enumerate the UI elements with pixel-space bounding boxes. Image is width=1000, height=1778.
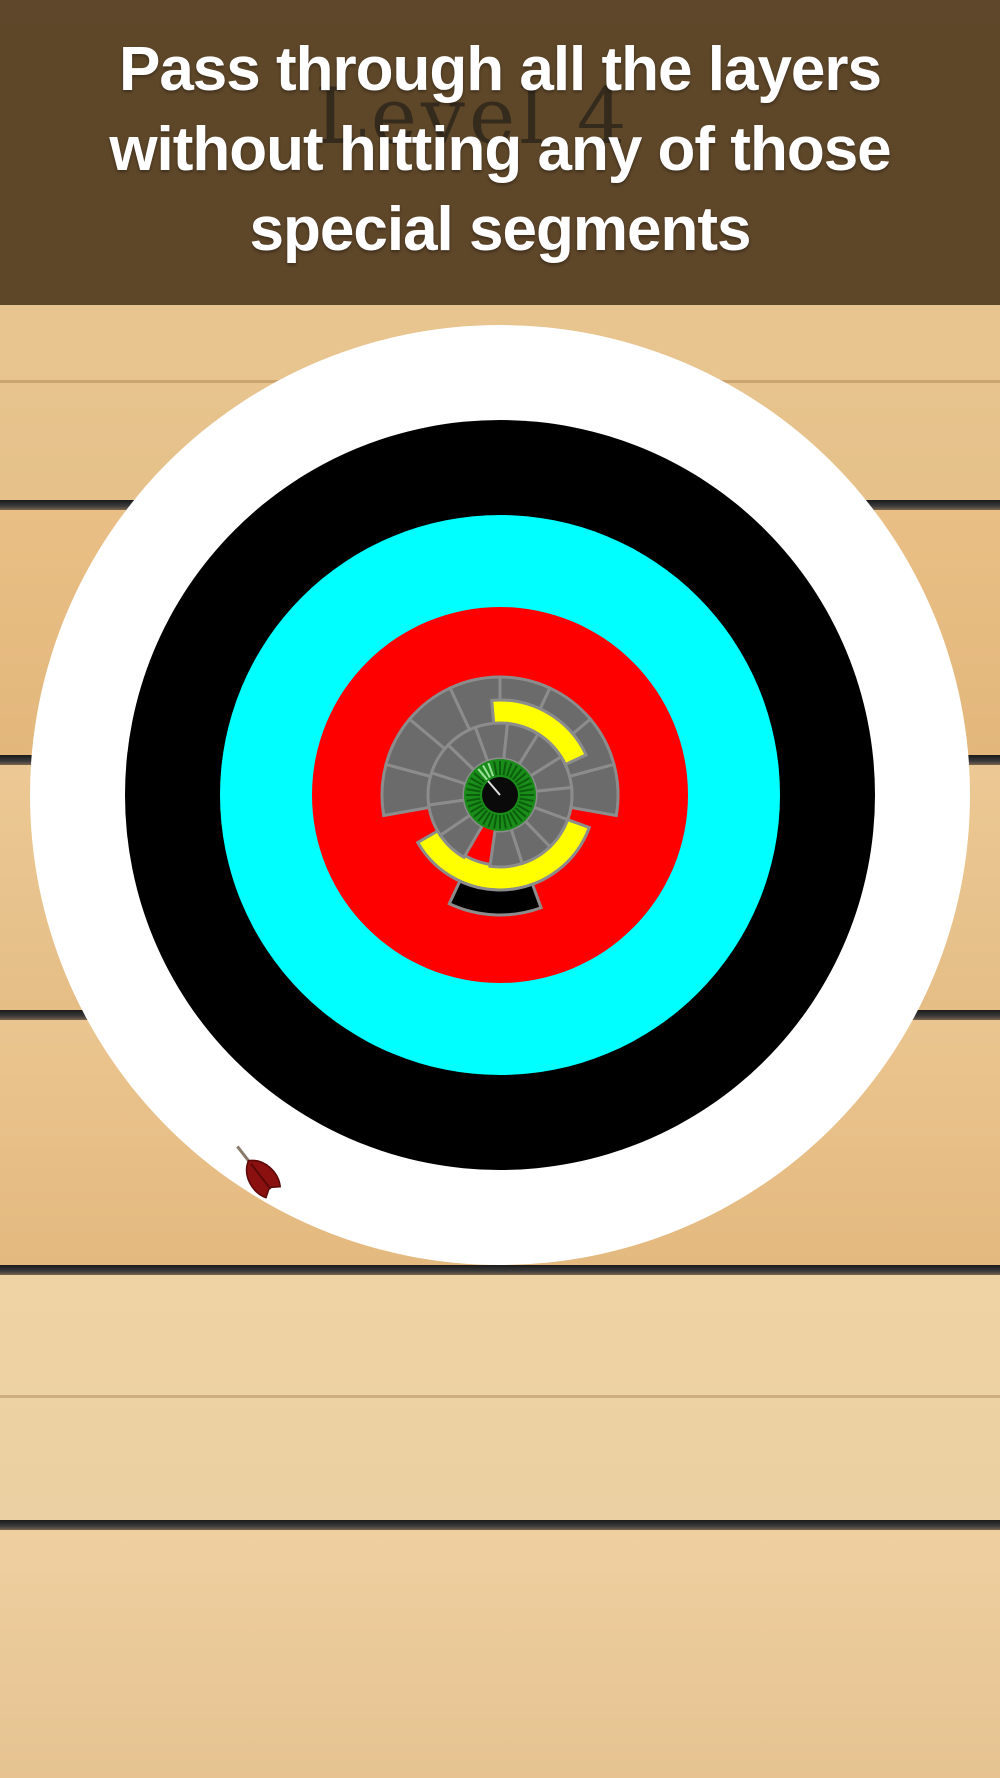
instruction-text: Pass through all the layers without hitt… bbox=[109, 35, 891, 264]
instruction-banner: Level 4 Pass through all the layers with… bbox=[0, 0, 1000, 305]
green-core bbox=[464, 759, 536, 831]
game-stage[interactable]: Level 4 Pass through all the layers with… bbox=[0, 0, 1000, 1778]
